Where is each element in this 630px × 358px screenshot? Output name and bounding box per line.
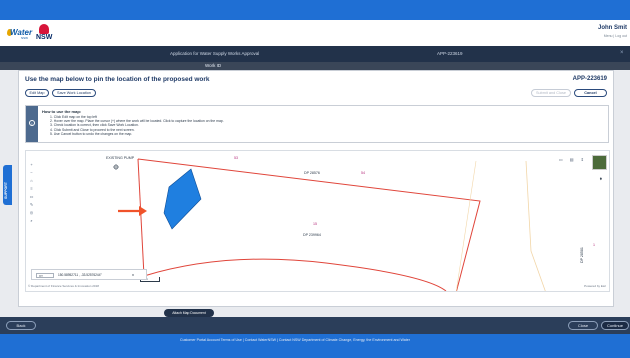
arrow-indicator [118, 206, 147, 216]
search-icon[interactable]: ⌕ [28, 217, 35, 225]
close-button[interactable]: Close [568, 321, 598, 330]
parcel-boundary-lower [143, 258, 447, 291]
footer-links[interactable]: Customer Portal Account Terms of Use | C… [180, 338, 410, 342]
water-logo-sub: NSW [21, 36, 28, 40]
lot-label: 53 [234, 156, 238, 160]
map-dialog: Use the map below to pin the location of… [18, 70, 614, 307]
submit-close-button[interactable]: Submit and Close [531, 89, 571, 97]
user-name[interactable]: John Smit [598, 25, 627, 31]
lot-label: 1 [593, 243, 595, 247]
compass-icon[interactable]: ⬧ [600, 176, 602, 182]
draw-icon[interactable]: ✎ [28, 201, 35, 209]
measure-icon[interactable]: ▭ [28, 193, 35, 201]
parcel-boundary-left [137, 158, 145, 277]
work-id-label: Work ID [205, 63, 222, 68]
map-attribution: © Department of Finance Services & Innov… [28, 284, 99, 288]
footer: Customer Portal Account Terms of Use | C… [0, 334, 630, 358]
attach-map-document-button[interactable]: Attach Map Document [164, 309, 214, 317]
nsw-government-logo: NSW [35, 24, 53, 44]
lot-label: 15 [313, 222, 317, 226]
how-to-steps: 1. Click Edit map on the top left 2. Hov… [50, 115, 224, 136]
application-titlebar: Application for Water Supply Works Appro… [0, 46, 630, 62]
continue-button[interactable]: Continue [601, 321, 629, 330]
road-line-right [525, 160, 546, 291]
dp-label: DP 28581 [580, 247, 584, 263]
info-icon: i [29, 120, 35, 126]
edit-map-button[interactable]: Edit Map [25, 89, 49, 97]
save-work-location-button[interactable]: Save Work Location [52, 89, 96, 97]
user-menu-links[interactable]: Menu | Log out [604, 34, 627, 38]
layers-icon[interactable]: ≡ [28, 185, 35, 193]
powered-by-label[interactable]: Powered by Esri [584, 284, 606, 288]
dp-label: DP 239964 [303, 233, 321, 237]
coordinate-value: 150.58952711 , -33.52576244° [58, 273, 102, 277]
zoom-out-icon[interactable]: − [28, 169, 35, 177]
existing-pump-label: EXISTING PUMP [106, 156, 135, 160]
basemap-thumbnail[interactable] [592, 155, 607, 170]
support-label: SUPPORT [4, 182, 8, 199]
how-to-panel: i How to use the map: 1. Click Edit map … [25, 105, 609, 143]
info-column: i [26, 106, 38, 142]
brand-header [0, 20, 630, 46]
how-to-step: 5. Use Cancel button to undo the changes… [50, 131, 133, 136]
waratah-icon [39, 24, 49, 34]
application-id: APP-223619 [437, 51, 463, 56]
zoom-in-icon[interactable]: + [28, 161, 35, 169]
pump-marker-icon [113, 164, 119, 170]
bottom-action-bar [0, 317, 630, 334]
clear-coordinate-icon[interactable]: x [132, 272, 134, 277]
dp-label: DP 28576 [304, 171, 320, 175]
how-to-title: How to use the map: [42, 109, 82, 114]
close-icon[interactable]: × [620, 50, 624, 56]
top-banner [0, 0, 630, 20]
map-toolbar: + − ⌂ ≡ ▭ ✎ ◎ ⌕ [28, 161, 35, 225]
back-button[interactable]: Back [6, 321, 36, 330]
dialog-app-id: APP-223619 [572, 76, 607, 82]
nsw-logo-text: NSW [36, 34, 53, 41]
coordinate-system-select[interactable]: XY [36, 273, 54, 278]
lot-label: 54 [361, 171, 365, 175]
dialog-title: Use the map below to pin the location of… [25, 76, 210, 83]
water-nsw-logo[interactable]: Water NSW [7, 27, 37, 40]
coordinate-readout: XY 150.58952711 , -33.52576244° x [31, 269, 147, 280]
cancel-button[interactable]: Cancel [574, 89, 607, 97]
application-title: Application for Water Supply Works Appro… [170, 51, 260, 56]
map-view-icons[interactable]: ▭ ▤ ⇕ [559, 157, 587, 162]
work-location-polygon [163, 168, 202, 230]
work-id-bar: Work ID [0, 62, 630, 70]
locate-icon[interactable]: ◎ [28, 209, 35, 217]
map-canvas[interactable]: + − ⌂ ≡ ▭ ✎ ◎ ⌕ EXISTING PUMP 53 DP 2857… [25, 150, 610, 292]
support-tab[interactable]: SUPPORT [3, 165, 12, 205]
home-icon[interactable]: ⌂ [28, 177, 35, 185]
